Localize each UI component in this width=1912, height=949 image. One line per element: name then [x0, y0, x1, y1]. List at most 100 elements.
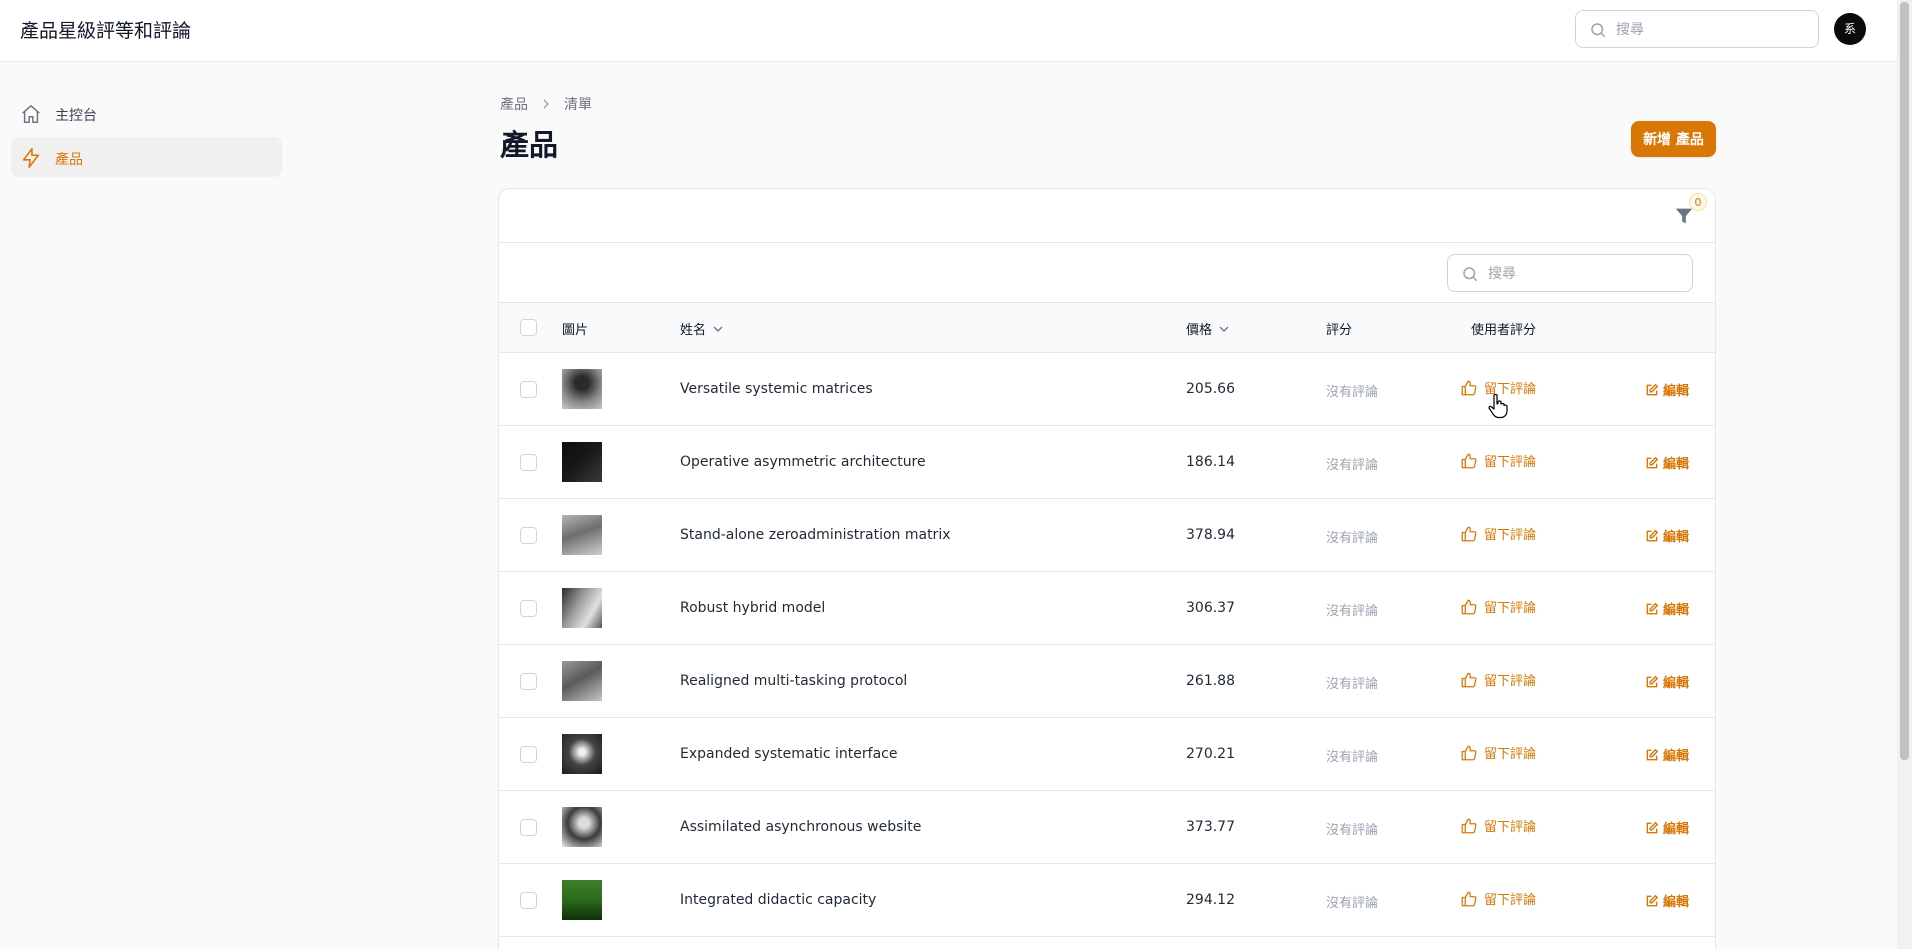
table-row: Expanded systematic interface 270.21 沒有評論 留…	[499, 718, 1715, 791]
products-table-card: 0 圖片 姓名 價格 評分 使用者評分 Versatile systemic m…	[498, 188, 1716, 949]
avatar[interactable]: 系	[1834, 13, 1866, 45]
breadcrumb: 產品 清單	[500, 94, 592, 114]
edit-icon	[1646, 602, 1659, 614]
row-checkbox[interactable]	[520, 381, 537, 398]
breadcrumb-current: 清單	[564, 97, 592, 113]
edit-label: 編輯	[1663, 676, 1690, 691]
lightning-icon	[22, 148, 40, 168]
table-search[interactable]	[1447, 254, 1693, 292]
edit-label: 編輯	[1663, 384, 1690, 399]
edit-icon	[1646, 456, 1659, 468]
product-price: 306.37	[1186, 600, 1235, 616]
leave-review-button[interactable]: 留下評論	[1460, 816, 1536, 835]
thumbs-up-icon	[1461, 599, 1477, 614]
row-checkbox[interactable]	[520, 819, 537, 836]
breadcrumb-link-products[interactable]: 產品	[500, 94, 528, 114]
table-row: Assimilated asynchronous website 373.77 沒有…	[499, 791, 1715, 864]
edit-button[interactable]: 編輯	[1645, 599, 1689, 618]
leave-review-button[interactable]: 留下評論	[1460, 524, 1536, 543]
edit-icon	[1646, 675, 1659, 687]
thumbs-up-icon	[1461, 380, 1477, 395]
product-name: Assimilated asynchronous website	[680, 819, 922, 835]
product-price: 205.66	[1186, 381, 1235, 397]
select-all-checkbox[interactable]	[520, 319, 537, 336]
product-price: 186.14	[1186, 454, 1235, 470]
thumbs-up-icon	[1461, 526, 1477, 541]
edit-button[interactable]: 編輯	[1645, 453, 1689, 472]
product-name: Expanded systematic interface	[680, 746, 898, 762]
table-row: Stand-alone zeroadministration matrix 378…	[499, 499, 1715, 572]
table-row: Versatile systemic matrices 205.66 沒有評論 留下評…	[499, 353, 1715, 426]
column-header-name[interactable]: 姓名	[680, 319, 724, 338]
row-checkbox[interactable]	[520, 454, 537, 471]
row-checkbox[interactable]	[520, 673, 537, 690]
edit-label: 編輯	[1663, 822, 1690, 837]
edit-button[interactable]: 編輯	[1645, 745, 1689, 764]
search-icon	[1591, 23, 1606, 38]
app-title: 產品星級評等和評論	[20, 20, 192, 42]
product-rating: 沒有評論	[1326, 531, 1379, 546]
product-name: Stand-alone zeroadministration matrix	[680, 527, 951, 543]
scrollbar-thumb[interactable]	[1900, 2, 1909, 760]
edit-icon	[1646, 748, 1659, 760]
edit-button[interactable]: 編輯	[1645, 818, 1689, 837]
product-price: 294.12	[1186, 892, 1235, 908]
edit-label: 編輯	[1663, 749, 1690, 764]
page-title: 產品	[500, 128, 559, 162]
leave-review-button[interactable]: 留下評論	[1460, 451, 1536, 470]
edit-button[interactable]: 編輯	[1645, 672, 1689, 691]
leave-review-button[interactable]: 留下評論	[1460, 889, 1536, 908]
leave-review-button[interactable]: 留下評論	[1460, 743, 1536, 762]
global-search[interactable]	[1575, 10, 1819, 48]
column-header-label: 姓名	[680, 323, 707, 338]
chevron-down-icon	[1219, 326, 1229, 332]
edit-icon	[1646, 529, 1659, 541]
table-row: Robust hybrid model 306.37 沒有評論 留下評論 編輯	[499, 572, 1715, 645]
edit-button[interactable]: 編輯	[1645, 380, 1689, 399]
new-product-button[interactable]: 新增 產品	[1631, 121, 1716, 157]
product-rating: 沒有評論	[1326, 458, 1379, 473]
row-checkbox[interactable]	[520, 892, 537, 909]
product-name: Operative asymmetric architecture	[680, 454, 926, 470]
leave-review-label: 留下評論	[1484, 528, 1537, 543]
product-rating: 沒有評論	[1326, 604, 1379, 619]
product-name: Integrated didactic capacity	[680, 892, 877, 908]
leave-review-label: 留下評論	[1484, 893, 1537, 908]
sidebar-item-label: 產品	[55, 152, 83, 168]
product-thumbnail	[562, 442, 602, 482]
column-header-price[interactable]: 價格	[1186, 319, 1230, 338]
sidebar-item-dashboard[interactable]: 主控台	[11, 93, 282, 133]
thumbs-up-icon	[1461, 672, 1477, 687]
edit-icon	[1646, 821, 1659, 833]
leave-review-button[interactable]: 留下評論	[1460, 597, 1536, 616]
row-checkbox[interactable]	[520, 746, 537, 763]
row-checkbox[interactable]	[520, 527, 537, 544]
chevron-right-icon	[543, 99, 549, 109]
table-search-bar	[499, 243, 1715, 303]
table-row: Integrated didactic capacity 294.12 沒有評論 留下…	[499, 864, 1715, 937]
table-search-input[interactable]	[1488, 263, 1678, 285]
chevron-down-icon	[713, 326, 723, 332]
home-icon	[22, 105, 40, 123]
product-thumbnail	[562, 734, 602, 774]
column-header-user-rating: 使用者評分	[1471, 319, 1536, 338]
global-search-input[interactable]	[1616, 19, 1806, 41]
product-thumbnail	[562, 880, 602, 920]
row-checkbox[interactable]	[520, 600, 537, 617]
column-header-image: 圖片	[562, 319, 588, 338]
product-rating: 沒有評論	[1326, 385, 1379, 400]
edit-button[interactable]: 編輯	[1645, 891, 1689, 910]
product-thumbnail	[562, 807, 602, 847]
edit-label: 編輯	[1663, 457, 1690, 472]
edit-button[interactable]: 編輯	[1645, 526, 1689, 545]
product-price: 373.77	[1186, 819, 1235, 835]
product-rating: 沒有評論	[1326, 750, 1379, 765]
filter-bar: 0	[499, 189, 1715, 243]
leave-review-button[interactable]: 留下評論	[1460, 670, 1536, 689]
column-header-label: 使用者評分	[1471, 323, 1537, 338]
product-price: 378.94	[1186, 527, 1235, 543]
leave-review-label: 留下評論	[1484, 820, 1537, 835]
leave-review-label: 留下評論	[1484, 601, 1537, 616]
leave-review-label: 留下評論	[1484, 674, 1537, 689]
sidebar-item-products[interactable]: 產品	[11, 137, 282, 177]
